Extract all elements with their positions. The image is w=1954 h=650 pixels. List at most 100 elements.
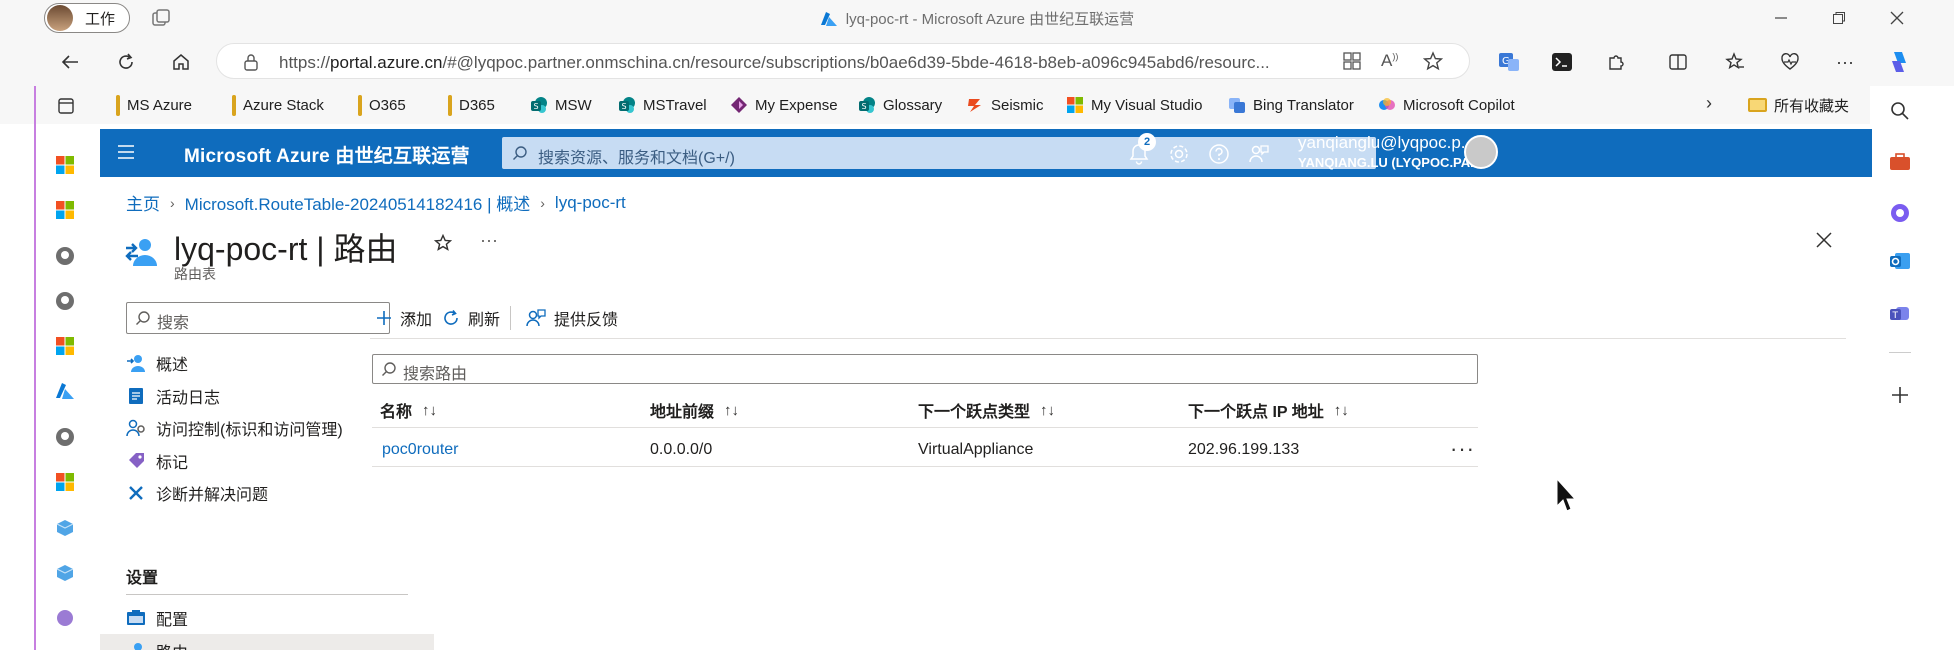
favorite-item[interactable]: S Glossary	[858, 93, 942, 117]
sort-icon[interactable]: ↑↓	[724, 402, 739, 419]
app-tab-icon[interactable]	[55, 608, 77, 630]
resource-tab-icon[interactable]	[55, 518, 77, 540]
add-button[interactable]: 添加	[376, 304, 432, 332]
apps-icon[interactable]	[1343, 52, 1361, 70]
hamburger-menu-icon[interactable]	[116, 143, 136, 161]
feedback-icon[interactable]	[1246, 141, 1272, 167]
refresh-button[interactable]: 刷新	[442, 304, 500, 332]
breadcrumb-home[interactable]: 主页	[126, 190, 160, 215]
copilot-icon[interactable]	[1884, 47, 1914, 77]
sidebar-tools-icon[interactable]	[1889, 152, 1911, 172]
menu-item-access-control[interactable]: 访问控制(标识和访问管理)	[126, 411, 343, 445]
microsoft-tab-icon[interactable]	[55, 200, 77, 222]
account-avatar[interactable]	[1464, 135, 1498, 169]
help-icon[interactable]	[1206, 141, 1232, 167]
url-text[interactable]: https://portal.azure.cn/#@lyqpoc.partner…	[279, 53, 1270, 73]
github-tab-icon[interactable]	[55, 427, 77, 449]
breadcrumb-route-table[interactable]: Microsoft.RouteTable-20240514182416 | 概述	[185, 190, 531, 215]
url-prefix: https://	[279, 53, 331, 72]
favorite-item[interactable]: S MSTravel	[618, 93, 707, 117]
lock-icon[interactable]	[243, 53, 259, 71]
back-button[interactable]	[55, 47, 85, 77]
github-tab-icon[interactable]	[55, 246, 77, 268]
window-title-text: lyq-poc-rt - Microsoft Azure 由世纪互联运营	[845, 11, 1135, 28]
favorite-item[interactable]: My Expense	[730, 93, 838, 117]
menu-item-diagnose[interactable]: 诊断并解决问题	[126, 476, 268, 510]
column-header-prefix[interactable]: 地址前缀 ↑↓	[650, 394, 739, 426]
refresh-page-button[interactable]	[111, 47, 141, 77]
activity-log-icon	[126, 386, 146, 406]
more-options-icon[interactable]: ···	[480, 230, 498, 251]
column-header-hop-ip[interactable]: 下一个跃点 IP 地址 ↑↓	[1188, 394, 1349, 426]
menu-item-activity-log[interactable]: 活动日志	[126, 379, 220, 413]
favorite-label: My Visual Studio	[1091, 96, 1203, 114]
favorite-item[interactable]: Azure Stack	[232, 93, 324, 117]
favorite-item[interactable]: O365	[358, 93, 406, 117]
favorite-item[interactable]: Bing Translator	[1228, 93, 1354, 117]
home-button[interactable]	[166, 47, 196, 77]
route-hop-type-cell: VirtualAppliance	[918, 441, 1034, 458]
split-screen-icon[interactable]	[1663, 47, 1693, 77]
menu-item-label: 概述	[156, 357, 189, 374]
favorite-item[interactable]: My Visual Studio	[1066, 93, 1202, 117]
settings-more-icon[interactable]: ···	[1830, 47, 1860, 77]
microsoft-tab-icon[interactable]	[55, 155, 77, 177]
all-favorites-folder[interactable]: 所有收藏夹	[1748, 93, 1849, 117]
menu-item-routes[interactable]: 路由	[100, 634, 434, 650]
address-bar[interactable]: https://portal.azure.cn/#@lyqpoc.partner…	[216, 43, 1470, 79]
global-search-input[interactable]: 搜索资源、服务和文档(G+/)	[502, 137, 1376, 169]
favorite-item[interactable]: Microsoft Copilot	[1378, 93, 1515, 117]
close-blade-icon[interactable]	[1816, 232, 1832, 248]
favorite-item[interactable]: S MSW	[530, 93, 592, 117]
favorite-star-icon[interactable]	[434, 234, 452, 252]
minimize-button[interactable]	[1758, 4, 1804, 32]
account-menu[interactable]: yanqianglu@lyqpoc.p... YANQIANG.LU (LYQP…	[1298, 133, 1490, 170]
sort-icon[interactable]: ↑↓	[1040, 402, 1055, 419]
sidebar-outlook-icon[interactable]	[1889, 250, 1911, 272]
favorites-overflow-icon[interactable]: ›	[1706, 93, 1712, 114]
microsoft-tab-icon[interactable]	[55, 336, 77, 358]
menu-item-label: 路由	[156, 639, 188, 650]
azure-tab-icon[interactable]	[55, 382, 77, 404]
favorite-item[interactable]: Seismic	[966, 93, 1044, 117]
sort-icon[interactable]: ↑↓	[422, 402, 437, 419]
browser-essentials-icon[interactable]	[1775, 47, 1805, 77]
microsoft-tab-icon[interactable]	[55, 472, 77, 494]
route-search-input[interactable]: 搜索路由	[372, 354, 1478, 384]
section-divider	[126, 594, 408, 595]
favorite-item[interactable]: D365	[448, 93, 495, 117]
portal-brand[interactable]: Microsoft Azure 由世纪互联运营	[184, 141, 470, 168]
github-tab-icon[interactable]	[55, 291, 77, 313]
column-header-label: 地址前缀	[650, 404, 715, 421]
route-search-placeholder: 搜索路由	[403, 366, 468, 383]
menu-item-overview[interactable]: 概述	[126, 346, 188, 380]
sidebar-add-icon[interactable]	[1889, 384, 1911, 406]
menu-search-input[interactable]: 搜索	[126, 302, 390, 334]
url-path: /#@lyqpoc.partner.onmschina.cn/resource/…	[442, 53, 1270, 72]
translate-icon[interactable]: G	[1494, 47, 1524, 77]
menu-item-tags[interactable]: 标记	[126, 444, 188, 478]
settings-gear-icon[interactable]	[1166, 141, 1192, 167]
column-header-name[interactable]: 名称 ↑↓	[380, 394, 437, 426]
column-header-hop-type[interactable]: 下一个跃点类型 ↑↓	[918, 394, 1055, 426]
menu-item-configuration[interactable]: 配置	[126, 601, 188, 635]
favorite-star-icon[interactable]	[1423, 51, 1443, 71]
resource-tab-icon[interactable]	[55, 563, 77, 585]
sidebar-teams-icon[interactable]: T	[1889, 302, 1911, 324]
restore-button[interactable]	[1816, 4, 1862, 32]
column-header-label: 下一个跃点类型	[918, 404, 1031, 421]
terminal-icon[interactable]	[1547, 47, 1577, 77]
read-aloud-icon[interactable]: A))	[1381, 51, 1398, 71]
row-more-actions-icon[interactable]: ···	[1450, 436, 1475, 462]
favorite-item[interactable]: MS Azure	[116, 93, 192, 117]
sidebar-m365-icon[interactable]	[1889, 202, 1911, 224]
refresh-label: 刷新	[468, 312, 501, 329]
sort-icon[interactable]: ↑↓	[1334, 402, 1349, 419]
favorites-icon[interactable]	[1720, 47, 1750, 77]
extensions-icon[interactable]	[1601, 47, 1631, 77]
sidebar-search-icon[interactable]	[1889, 100, 1911, 122]
breadcrumb-current[interactable]: lyq-poc-rt	[555, 193, 626, 213]
route-name-link[interactable]: poc0router	[382, 436, 459, 464]
close-window-button[interactable]	[1874, 4, 1920, 32]
feedback-button[interactable]: 提供反馈	[526, 304, 618, 332]
